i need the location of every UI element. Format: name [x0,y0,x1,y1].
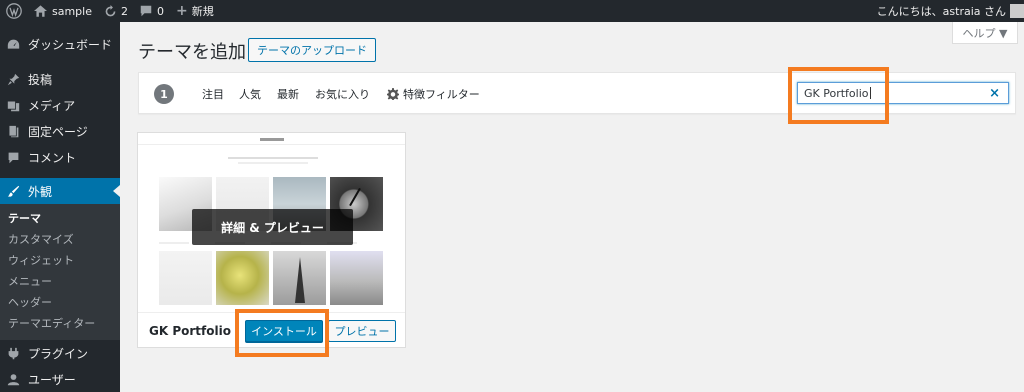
sidebar-item-appearance[interactable]: 外観 [0,178,120,204]
feature-filter-button[interactable]: 特徴フィルター [387,86,480,102]
admin-bar: sample 2 0 + 新規 こんにちは、astraia さん [0,0,1024,22]
comment-bubble-icon [140,5,152,17]
filter-favorites[interactable]: お気に入り [315,86,370,102]
submenu-item-widgets[interactable]: ウィジェット [0,250,120,271]
sidebar-item-comments[interactable]: コメント [0,144,120,170]
sidebar-item-label: プラグイン [28,346,89,361]
submenu-item-theme-editor[interactable]: テーマエディター [0,313,120,334]
gear-icon [387,88,399,100]
filter-latest[interactable]: 最新 [277,86,299,102]
screenshot-tile [216,251,269,305]
screenshot-tile [159,251,212,305]
media-icon [6,98,20,112]
new-label: 新規 [191,5,214,18]
my-account-link[interactable]: こんにちは、astraia さん [871,0,1024,22]
theme-name: GK Portfolio [149,324,231,338]
submenu-item-themes[interactable]: テーマ [0,208,120,229]
sidebar-item-label: メディア [28,98,76,113]
avatar [1010,4,1024,18]
sidebar-item-posts[interactable]: 投稿 [0,66,120,92]
sidebar-item-dashboard[interactable]: ダッシュボード [0,31,120,57]
sidebar-item-label: 投稿 [28,72,53,87]
home-icon [34,5,47,17]
help-tab-button[interactable]: ヘルプ ▼ [952,22,1018,44]
updates-icon [105,4,116,16]
dashboard-icon [6,37,20,51]
details-preview-overlay[interactable]: 詳細 & プレビュー [192,209,353,245]
feature-filter-label: 特徴フィルター [403,88,480,101]
sidebar-item-label: 固定ページ [28,124,88,139]
comments-link[interactable]: 0 [134,0,170,22]
comment-icon [6,150,20,164]
appearance-submenu: テーマ カスタマイズ ウィジェット メニュー ヘッダー テーマエディター [0,204,120,340]
install-highlight-box [235,309,329,357]
submenu-item-menus[interactable]: メニュー [0,271,120,292]
admin-sidebar: ダッシュボード 投稿 メディア 固定ページ コメント 外観 テーマ カスタマイズ… [0,22,120,392]
page-title: テーマを追加 [138,42,246,63]
theme-count-badge: 1 [154,84,174,104]
sidebar-item-label: ダッシュボード [28,37,113,52]
clear-search-icon[interactable]: × [989,86,1000,101]
site-name: sample [52,4,92,18]
screenshot-header [138,133,405,145]
preview-button[interactable]: プレビュー [328,320,396,342]
submenu-item-customize[interactable]: カスタマイズ [0,229,120,250]
plus-icon: + [176,3,188,19]
theme-screenshot[interactable]: 詳細 & プレビュー [138,133,405,312]
greeting-text: こんにちは、astraia さん [876,5,1006,18]
updates-link[interactable]: 2 [98,0,134,22]
screenshot-tile [330,251,383,305]
sidebar-item-media[interactable]: メディア [0,92,120,118]
wordpress-logo-icon[interactable] [0,0,28,22]
search-highlight-box [788,67,889,124]
sidebar-item-users[interactable]: ユーザー [0,366,120,392]
brush-icon [6,184,20,198]
filter-popular[interactable]: 人気 [239,86,261,102]
upload-theme-button[interactable]: テーマのアップロード [248,38,376,62]
submenu-item-header[interactable]: ヘッダー [0,292,120,313]
sidebar-item-plugins[interactable]: プラグイン [0,340,120,366]
user-icon [6,372,20,386]
sidebar-item-label: コメント [28,150,77,165]
pin-icon [6,72,20,86]
comments-count: 0 [157,4,164,18]
screenshot-tile [273,251,326,305]
new-content-link[interactable]: + 新規 [170,0,220,22]
site-name-link[interactable]: sample [28,0,98,22]
sidebar-item-label: ユーザー [28,372,76,387]
sidebar-item-label: 外観 [28,184,53,199]
page-icon [6,124,20,138]
filter-featured[interactable]: 注目 [202,86,224,102]
plugin-icon [6,346,20,360]
sidebar-item-pages[interactable]: 固定ページ [0,118,120,144]
updates-count: 2 [121,4,128,18]
